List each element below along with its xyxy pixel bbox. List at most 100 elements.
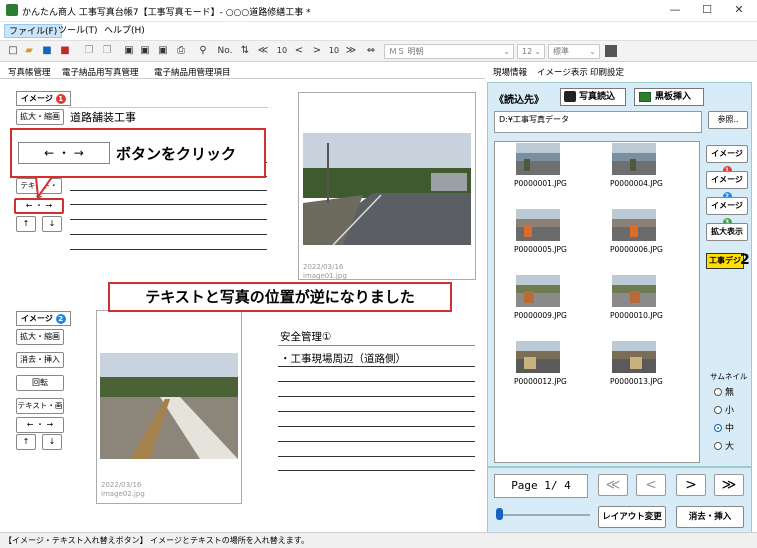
font-name-select[interactable]: ＭＳ 明朝 ⌄ [384, 44, 514, 59]
thumbnail-label: P0000010.JPG [610, 311, 663, 320]
first-page-icon[interactable]: ≪ [256, 44, 270, 58]
thumbnail-image[interactable] [516, 209, 560, 241]
text-image-button-bottom[interactable]: テキスト・画 [16, 398, 64, 414]
style-select[interactable]: 標準 ⌄ [548, 44, 600, 59]
pdf-icon[interactable]: ■ [58, 44, 72, 58]
thumb-size-none[interactable]: 無 [714, 385, 734, 398]
new-file-icon[interactable]: □ [6, 44, 20, 58]
thumbnail-image[interactable] [516, 143, 560, 175]
toolbar: □ ▰ ■ ■ ❐ ❐ ▣ ▣ ▣ ⎙ ⚲ No. ⇅ ≪ 10 < > 10 … [0, 40, 757, 62]
save-icon[interactable]: ■ [40, 44, 54, 58]
board-insert-button[interactable]: 黒板挿入 [634, 88, 704, 106]
thumbnail-image[interactable] [516, 341, 560, 373]
photo-curb-image [100, 353, 238, 459]
photo-caption-top: 2022/03/16 image01.jpg [303, 263, 347, 280]
thumbnail-image[interactable] [612, 275, 656, 307]
prev-page-button[interactable]: < [636, 474, 666, 496]
number-icon[interactable]: No. [216, 44, 234, 58]
layout-change-button[interactable]: レイアウト変更 [598, 506, 666, 528]
callout-click-text: ボタンをクリック [116, 145, 237, 163]
thumbnail-label: P0000006.JPG [610, 245, 663, 254]
kouji-digi-badge[interactable]: 工事デジ [706, 253, 744, 269]
next10-icon[interactable]: 10 [326, 44, 342, 58]
last-page-button[interactable]: ≫ [714, 474, 744, 496]
thumb-size-large[interactable]: 大 [714, 439, 734, 452]
callout-pointer [34, 177, 54, 199]
text-line [278, 426, 475, 427]
text-line [278, 456, 475, 457]
thumbnail-image[interactable] [612, 143, 656, 175]
next-page-icon[interactable]: > [310, 44, 324, 58]
image3-button[interactable]: イメージ 3 [706, 197, 748, 227]
photo-load-button[interactable]: 写真読込 [560, 88, 626, 106]
move-up-button-top[interactable]: ↑ [16, 216, 36, 232]
zoom-button-bottom[interactable]: 拡大・縮画 [16, 329, 64, 345]
print-icon[interactable]: ⎙ [174, 44, 188, 58]
first-page-button[interactable]: ≪ [598, 474, 628, 496]
tab-print-settings[interactable]: 印刷設定 [590, 66, 624, 78]
open-folder-icon[interactable]: ▰ [22, 44, 36, 58]
thumbnail-image[interactable] [516, 275, 560, 307]
swap-icon[interactable]: ⇔ [364, 44, 378, 58]
text-line [278, 396, 475, 397]
prev-page-icon[interactable]: < [292, 44, 306, 58]
tab-photo-book[interactable]: 写真帳管理 [8, 66, 51, 78]
text-line [278, 470, 475, 471]
load-label: 《読込先》 [494, 95, 544, 106]
search-icon[interactable]: ⚲ [196, 44, 210, 58]
move-up-button-bottom[interactable]: ↑ [16, 434, 36, 450]
tab-e-delivery-photo[interactable]: 電子納品用写真管理 [62, 66, 139, 78]
delete-insert-button-right[interactable]: 消去・挿入 [676, 506, 744, 528]
thumbnail-label: P0000013.JPG [610, 377, 663, 386]
page-indicator: Page 1/ 4 [494, 474, 588, 498]
swap-button-bottom[interactable]: ← ・ → [16, 417, 64, 433]
sort-icon[interactable]: ⇅ [238, 44, 252, 58]
path-field[interactable]: D:¥工事写真データ [494, 111, 702, 133]
callout-click: ← ・ → ボタンをクリック [10, 128, 266, 178]
thumbnail-label: P0000005.JPG [514, 245, 567, 254]
camera-icon [564, 91, 576, 102]
photo-delete-icon[interactable]: ▣ [138, 44, 152, 58]
move-down-button-top[interactable]: ↓ [42, 216, 62, 232]
paste-icon[interactable]: ❐ [100, 44, 114, 58]
image1-button[interactable]: イメージ 1 [706, 145, 748, 175]
move-down-button-bottom[interactable]: ↓ [42, 434, 62, 450]
tab-image-display[interactable]: イメージ表示 [537, 66, 588, 78]
close-button[interactable]: ✕ [724, 2, 754, 18]
photo-frame-bottom[interactable]: 2022/03/16 image02.jpg [96, 310, 242, 504]
page-slider-track[interactable] [496, 514, 590, 516]
browse-button[interactable]: 参照.. [708, 111, 748, 129]
color-picker[interactable] [605, 45, 617, 57]
maximize-button[interactable]: ☐ [692, 2, 722, 18]
thumbnail-label: P0000001.JPG [514, 179, 567, 188]
zoom-button-top[interactable]: 拡大・縮画 [16, 109, 64, 125]
next-page-button[interactable]: > [676, 474, 706, 496]
font-size-select[interactable]: 12 ⌄ [517, 44, 545, 59]
text-area-bottom[interactable] [276, 325, 476, 485]
delete-insert-button-left[interactable]: 消去・挿入 [16, 352, 64, 368]
menu-help[interactable]: ヘルプ(H) [100, 24, 149, 38]
thumb-size-small[interactable]: 小 [714, 403, 734, 416]
menu-tools[interactable]: ツール(T) [54, 24, 102, 38]
copy-icon[interactable]: ❐ [82, 44, 96, 58]
photo-edit-icon[interactable]: ▣ [156, 44, 170, 58]
tab-site-info[interactable]: 現場情報 [493, 66, 527, 78]
thumbnail-image[interactable] [612, 341, 656, 373]
thumb-size-medium[interactable]: 中 [714, 421, 734, 434]
prev10-icon[interactable]: 10 [274, 44, 290, 58]
zoom-display-button[interactable]: 拡大表示 [706, 223, 748, 241]
text-line [70, 234, 267, 235]
tab-e-delivery-items[interactable]: 電子納品用管理項目 [154, 66, 231, 78]
swap-button-top[interactable]: ← ・ → [14, 198, 64, 214]
minimize-button[interactable]: — [660, 2, 690, 18]
text-line [278, 345, 475, 346]
photo-insert-icon[interactable]: ▣ [122, 44, 136, 58]
image2-button[interactable]: イメージ 2 [706, 171, 748, 201]
photo-frame-top[interactable]: 2022/03/16 image01.jpg [298, 92, 476, 280]
photo-road-image [303, 133, 471, 245]
page-slider-thumb[interactable] [496, 508, 503, 520]
last-page-icon[interactable]: ≫ [344, 44, 358, 58]
rotate-button[interactable]: 回転 [16, 375, 64, 391]
photo-caption-bottom: 2022/03/16 image02.jpg [101, 481, 145, 498]
thumbnail-image[interactable] [612, 209, 656, 241]
